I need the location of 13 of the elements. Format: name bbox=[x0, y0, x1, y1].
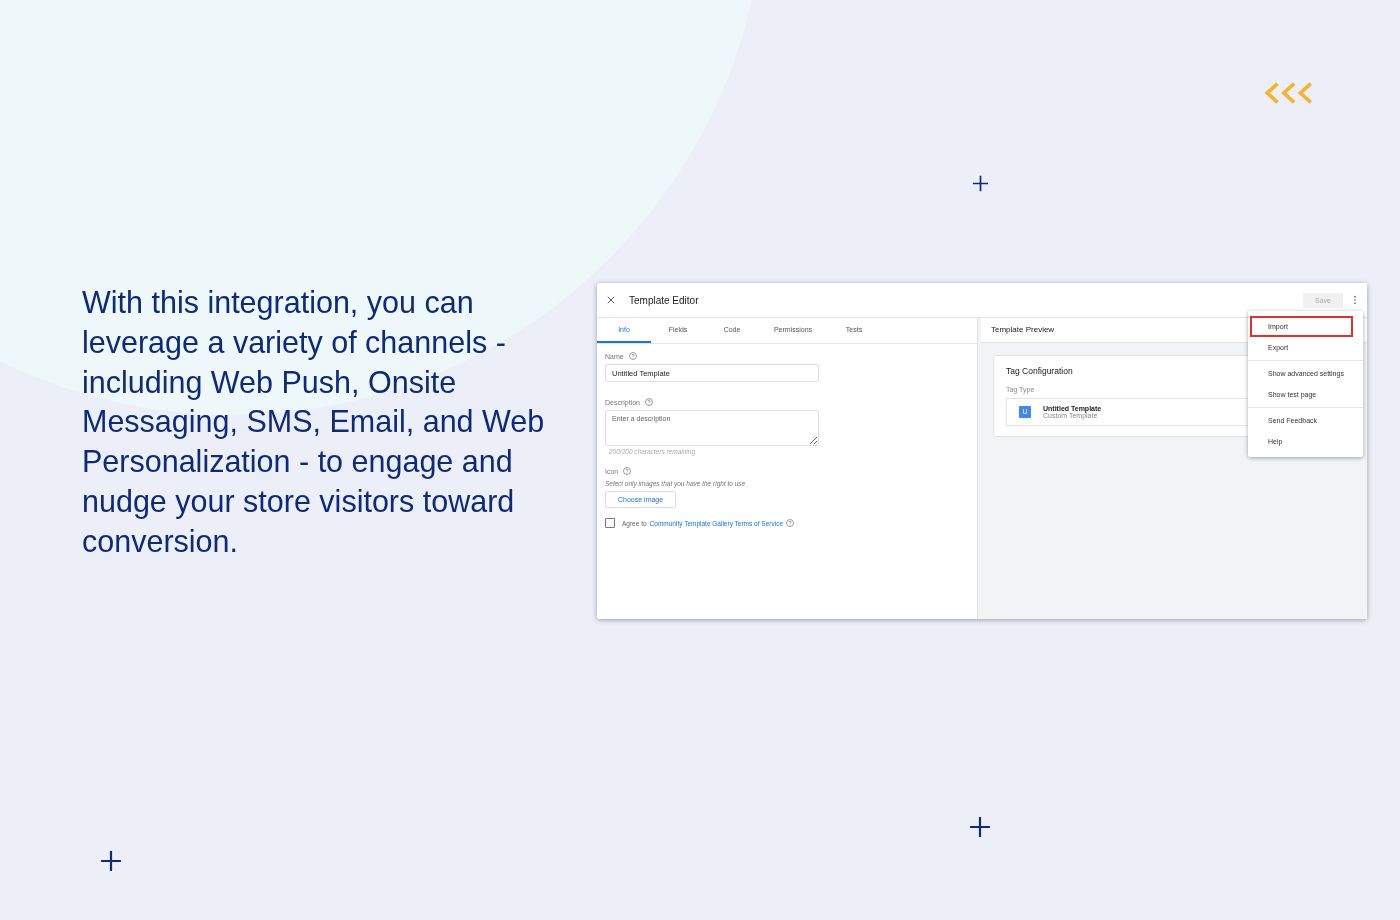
plus-icon bbox=[972, 175, 989, 192]
plus-icon bbox=[100, 850, 122, 872]
help-icon[interactable] bbox=[645, 398, 653, 406]
window-title: Template Editor bbox=[629, 294, 699, 306]
card-title: Tag Configuration bbox=[1006, 366, 1073, 376]
checkbox[interactable] bbox=[605, 518, 615, 528]
more-icon[interactable] bbox=[1353, 295, 1357, 305]
headline: With this integration, you can leverage a variety of channels - including Web Push, Onsite Messaging, SMS, Email, and Web Personalization - to engage and nudge your store visitors toward conversion. bbox=[82, 284, 546, 560]
help-icon[interactable] bbox=[786, 519, 794, 527]
help-icon[interactable] bbox=[623, 467, 632, 475]
help-icon[interactable] bbox=[628, 352, 637, 360]
close-icon[interactable] bbox=[607, 296, 615, 304]
plus-icon bbox=[969, 816, 991, 838]
